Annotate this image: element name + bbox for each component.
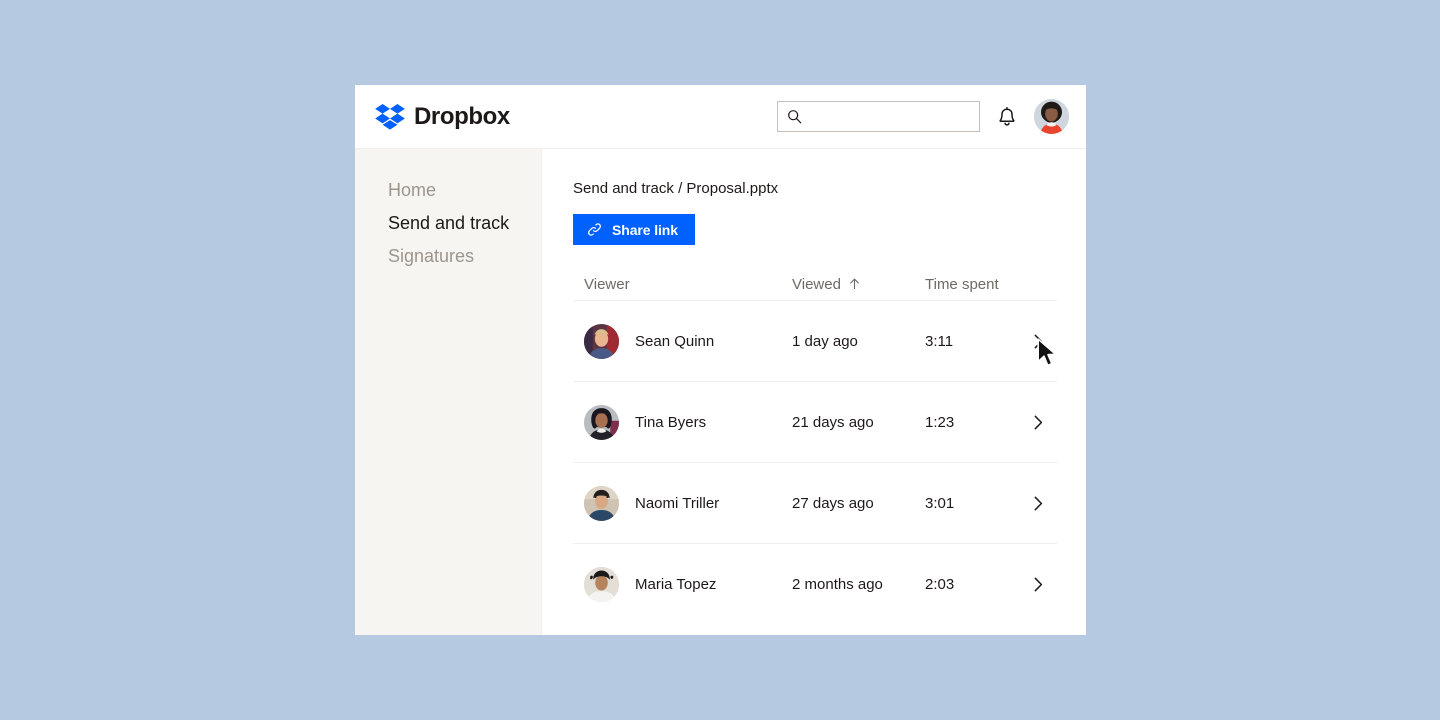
viewer-cell: Sean Quinn: [573, 323, 792, 359]
search-box[interactable]: [777, 101, 980, 132]
avatar-image: [584, 567, 619, 602]
search-icon: [788, 110, 802, 124]
share-link-button[interactable]: Share link: [573, 214, 695, 245]
row-expand-button[interactable]: [1017, 496, 1057, 511]
account-avatar[interactable]: [1034, 99, 1069, 134]
viewer-cell: Maria Topez: [573, 567, 792, 602]
avatar: [584, 404, 619, 440]
table-row[interactable]: Naomi Triller 27 days ago 3:01: [573, 463, 1057, 544]
dropbox-app-window: Dropbox Home Send and track Signatures S…: [355, 85, 1086, 635]
viewer-cell: Tina Byers: [573, 404, 792, 440]
table-row[interactable]: Tina Byers 21 days ago 1:23: [573, 382, 1057, 463]
chevron-right-icon: [1034, 577, 1043, 592]
viewed-time: 21 days ago: [792, 413, 874, 431]
brand[interactable]: Dropbox: [375, 103, 510, 131]
sidebar-item-home[interactable]: Home: [355, 174, 541, 207]
column-header-viewed-label: Viewed: [792, 275, 841, 293]
search-input[interactable]: [809, 102, 969, 131]
sort-ascending-icon: [850, 278, 859, 289]
viewer-name: Sean Quinn: [635, 332, 715, 350]
column-header-viewer[interactable]: Viewer: [573, 276, 792, 293]
time-spent: 1:23: [925, 413, 955, 431]
avatar: [584, 323, 619, 359]
avatar-image: [584, 485, 619, 521]
table-row[interactable]: Maria Topez 2 months ago 2:03: [573, 544, 1057, 625]
bell-icon: [999, 106, 1015, 126]
link-icon: [588, 223, 601, 236]
app-body: Home Send and track Signatures Send and …: [355, 149, 1086, 635]
chevron-right-icon: [1034, 496, 1043, 510]
time-spent: 2:03: [925, 576, 955, 593]
viewed-time: 2 months ago: [792, 576, 883, 593]
chevron-right-icon: [1034, 334, 1043, 348]
breadcrumb: Send and track / Proposal.pptx: [573, 180, 779, 197]
table-header-row: Viewer Viewed Time spent: [573, 268, 1057, 301]
main-content: Send and track / Proposal.pptx Share lin…: [542, 149, 1086, 635]
time-spent: 3:11: [925, 332, 954, 350]
viewer-cell: Naomi Triller: [573, 485, 792, 521]
avatar: [584, 567, 619, 602]
sidebar: Home Send and track Signatures: [355, 149, 542, 635]
viewer-name: Maria Topez: [635, 576, 717, 593]
viewers-table: Viewer Viewed Time spent Sean Quinn 1 da…: [573, 268, 1057, 625]
column-header-time-spent[interactable]: Time spent: [925, 276, 1017, 293]
chevron-right-icon: [1034, 415, 1043, 429]
table-row[interactable]: Sean Quinn 1 day ago 3:11: [573, 301, 1057, 382]
notifications-button[interactable]: [996, 105, 1018, 129]
avatar: [584, 485, 619, 521]
dropbox-logo-icon: [375, 103, 405, 130]
avatar-image: [584, 323, 619, 359]
time-spent: 3:01: [925, 494, 955, 512]
share-link-label: Share link: [612, 221, 678, 238]
viewer-name: Naomi Triller: [635, 494, 720, 512]
viewer-name: Tina Byers: [635, 413, 707, 431]
avatar-image: [584, 404, 619, 440]
top-bar: Dropbox: [355, 85, 1086, 149]
sidebar-item-signatures[interactable]: Signatures: [355, 240, 541, 273]
avatar-image: [1034, 99, 1069, 134]
top-bar-actions: [777, 99, 1069, 134]
brand-name: Dropbox: [414, 102, 510, 130]
sidebar-item-send-and-track[interactable]: Send and track: [355, 207, 541, 240]
viewed-time: 27 days ago: [792, 494, 874, 512]
row-expand-button[interactable]: [1017, 415, 1057, 430]
column-header-viewed[interactable]: Viewed: [792, 276, 925, 293]
row-expand-button[interactable]: [1017, 334, 1057, 349]
viewed-time: 1 day ago: [792, 332, 858, 350]
row-expand-button[interactable]: [1017, 577, 1057, 592]
